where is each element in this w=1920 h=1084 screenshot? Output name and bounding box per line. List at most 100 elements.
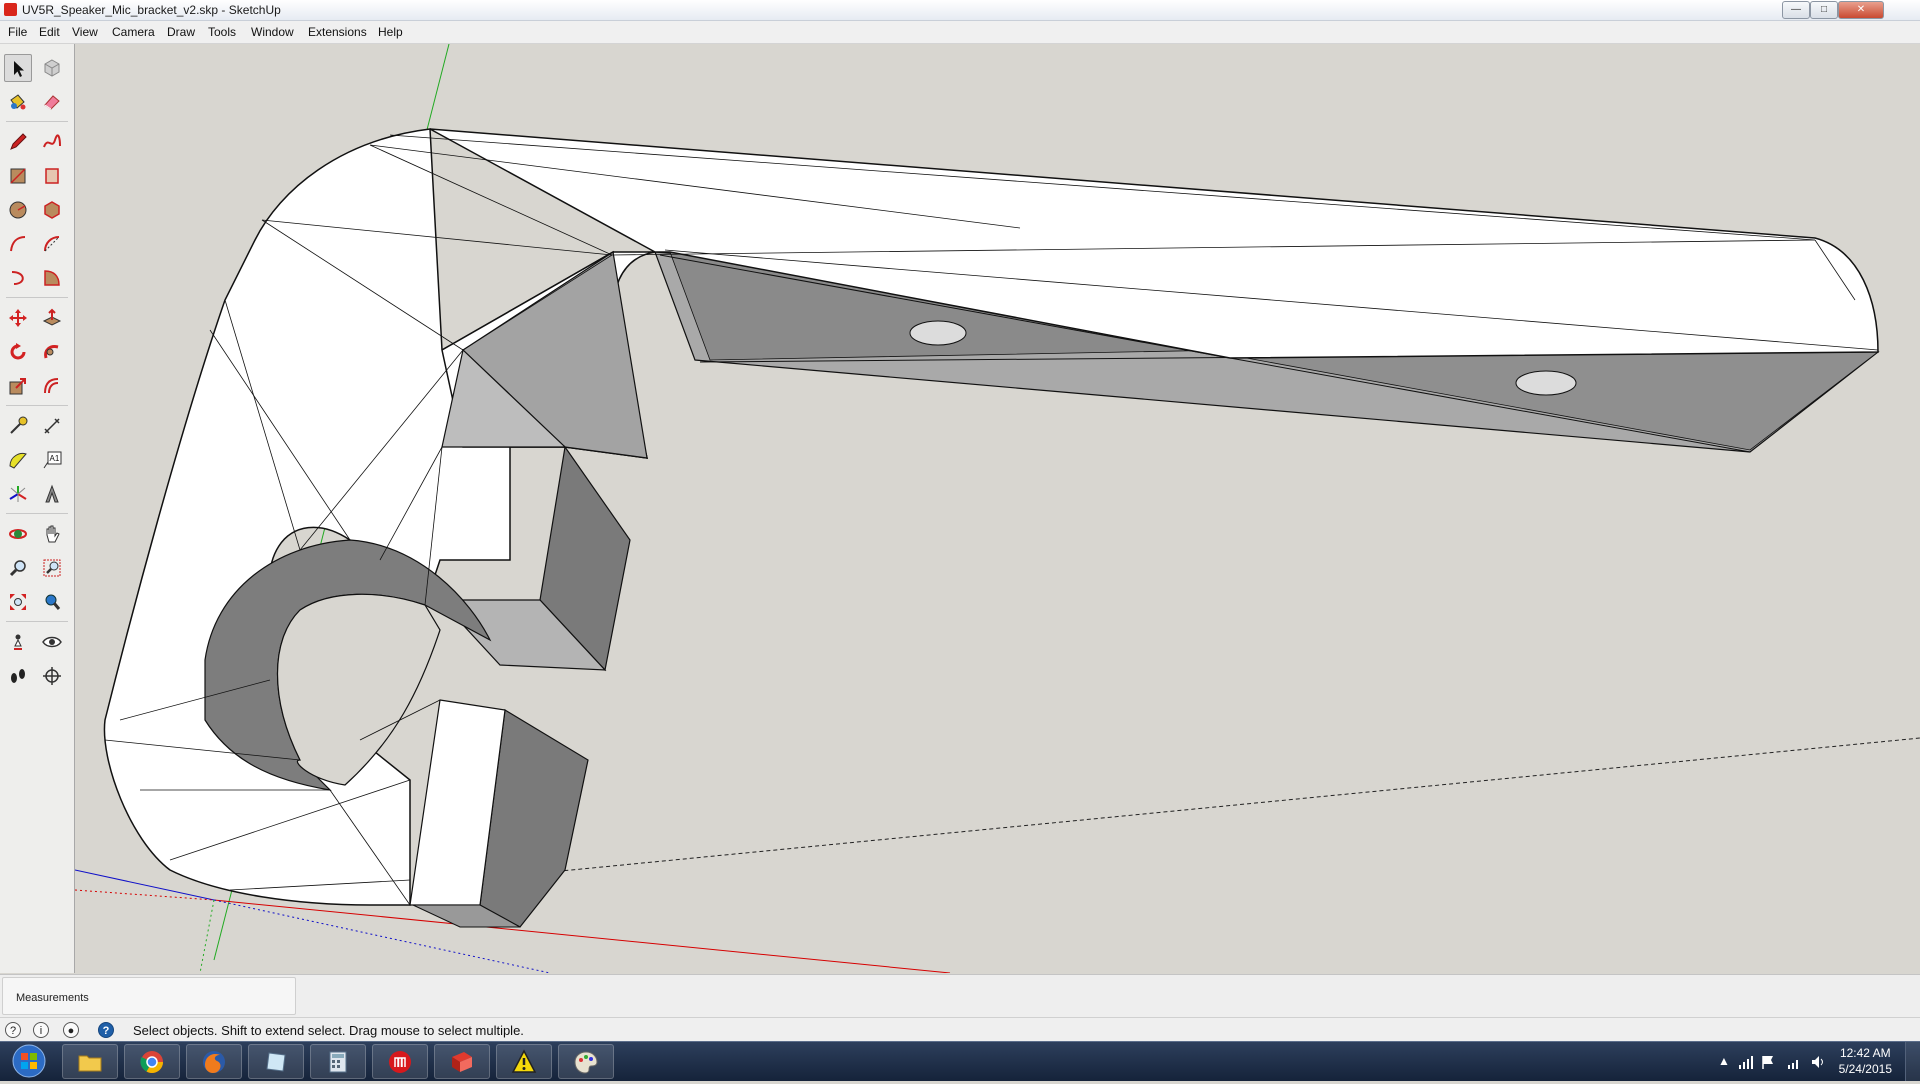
- menu-extensions[interactable]: Extensions: [308, 25, 367, 39]
- menu-draw[interactable]: Draw: [167, 25, 195, 39]
- toolbar-separator: [6, 513, 68, 514]
- show-desktop-button[interactable]: [1905, 1042, 1920, 1081]
- position-camera-tool[interactable]: [4, 628, 32, 656]
- taskbar-paint[interactable]: [558, 1044, 614, 1079]
- orbit-tool[interactable]: [4, 520, 32, 548]
- arrow-icon: [14, 61, 24, 77]
- circle-tool[interactable]: [4, 196, 32, 224]
- push-pull-icon: [42, 308, 62, 326]
- model-canvas[interactable]: [75, 44, 1920, 973]
- geo-location-icon[interactable]: ?: [5, 1022, 21, 1038]
- minimize-button[interactable]: —: [1782, 1, 1810, 19]
- signal-icon[interactable]: [1786, 1054, 1802, 1070]
- menu-file[interactable]: File: [8, 25, 27, 39]
- zoom-window-icon: [43, 559, 61, 577]
- credits-icon[interactable]: i: [33, 1022, 49, 1038]
- flag-icon[interactable]: [1760, 1054, 1776, 1070]
- move-icon: [9, 309, 27, 327]
- freehand-tool[interactable]: [38, 128, 66, 156]
- push-pull-tool[interactable]: [38, 304, 66, 332]
- line-tool[interactable]: [4, 128, 32, 156]
- look-around-tool[interactable]: [38, 628, 66, 656]
- measurements-box[interactable]: Measurements: [2, 977, 296, 1015]
- drawing-viewport[interactable]: [75, 44, 1920, 973]
- move-tool[interactable]: [4, 304, 32, 332]
- follow-me-icon: [44, 345, 59, 359]
- polygon-tool[interactable]: [38, 196, 66, 224]
- taskbar-notes[interactable]: [248, 1044, 304, 1079]
- notepad-icon: [266, 1052, 286, 1072]
- rectangle-tool[interactable]: [4, 162, 32, 190]
- taskbar-chrome[interactable]: [124, 1044, 180, 1079]
- component-icon: [44, 59, 60, 77]
- menu-tools[interactable]: Tools: [208, 25, 236, 39]
- eye-icon: [42, 636, 62, 648]
- taskbar-makerbot[interactable]: [372, 1044, 428, 1079]
- section-plane-tool[interactable]: [38, 662, 66, 690]
- arc-tool[interactable]: [4, 230, 32, 258]
- offset-tool[interactable]: [38, 372, 66, 400]
- follow-me-tool[interactable]: [38, 338, 66, 366]
- windows-logo-icon: [12, 1044, 46, 1078]
- menu-camera[interactable]: Camera: [112, 25, 155, 39]
- help-icon[interactable]: ?: [98, 1022, 114, 1038]
- orbit-icon: [9, 529, 27, 539]
- component-tool[interactable]: [38, 54, 66, 82]
- protractor-tool[interactable]: [4, 446, 32, 474]
- zoom-tool[interactable]: [4, 554, 32, 582]
- text-tool[interactable]: A1: [38, 446, 66, 474]
- mounting-hole: [909, 320, 967, 346]
- folder-icon: [78, 1055, 102, 1072]
- taskbar-calculator[interactable]: [310, 1044, 366, 1079]
- system-clock[interactable]: 12:42 AM 5/24/2015: [1839, 1045, 1892, 1077]
- title-bar: UV5R_Speaker_Mic_bracket_v2.skp - Sketch…: [0, 0, 1920, 21]
- rotated-rectangle-tool[interactable]: [38, 162, 66, 190]
- pan-tool[interactable]: [38, 520, 66, 548]
- window-title: UV5R_Speaker_Mic_bracket_v2.skp - Sketch…: [22, 3, 281, 17]
- menu-edit[interactable]: Edit: [39, 25, 60, 39]
- menu-view[interactable]: View: [72, 25, 98, 39]
- maximize-button[interactable]: □: [1810, 1, 1838, 19]
- palette-icon: [574, 1051, 598, 1074]
- zoom-extents-tool[interactable]: [4, 588, 32, 616]
- scale-tool[interactable]: [4, 372, 32, 400]
- toolbar-separator: [6, 297, 68, 298]
- menu-window[interactable]: Window: [251, 25, 294, 39]
- taskbar-file-explorer[interactable]: [62, 1044, 118, 1079]
- rotate-tool[interactable]: [4, 338, 32, 366]
- taskbar-sketchup[interactable]: [434, 1044, 490, 1079]
- volume-icon[interactable]: [1810, 1054, 1826, 1070]
- measurements-label: Measurements: [16, 992, 89, 1004]
- tape-measure-icon: [10, 416, 28, 434]
- arc-icon: [10, 236, 26, 252]
- previous-view-tool[interactable]: [38, 588, 66, 616]
- tape-measure-tool[interactable]: [4, 412, 32, 440]
- sketchup-icon: [452, 1052, 472, 1072]
- walk-tool[interactable]: [4, 662, 32, 690]
- axes-tool[interactable]: [4, 480, 32, 508]
- three-point-arc-tool[interactable]: [4, 264, 32, 292]
- mounting-hole: [1515, 370, 1577, 396]
- tray-show-hidden-icon[interactable]: ▲: [1718, 1054, 1730, 1068]
- taskbar-warning-app[interactable]: [496, 1044, 552, 1079]
- zoom-window-tool[interactable]: [38, 554, 66, 582]
- pie-tool[interactable]: [38, 264, 66, 292]
- cylinder-opening: [276, 593, 441, 786]
- rotated-rectangle-icon: [45, 168, 59, 184]
- taskbar-firefox[interactable]: [186, 1044, 242, 1079]
- close-button[interactable]: ✕: [1838, 1, 1884, 19]
- menu-help[interactable]: Help: [378, 25, 403, 39]
- 3d-text-tool[interactable]: [38, 480, 66, 508]
- firefox-icon: [203, 1051, 225, 1073]
- network-icon[interactable]: [1738, 1054, 1754, 1070]
- paint-bucket-tool[interactable]: [4, 88, 32, 116]
- dimension-tool[interactable]: [38, 412, 66, 440]
- zoom-extents-icon: [10, 594, 26, 610]
- user-icon[interactable]: ●: [63, 1022, 79, 1038]
- select-tool[interactable]: [4, 54, 32, 82]
- two-point-arc-tool[interactable]: [38, 230, 66, 258]
- start-button[interactable]: [4, 1043, 54, 1079]
- eraser-tool[interactable]: [38, 88, 66, 116]
- scale-icon: [9, 378, 26, 395]
- rectangle-icon: [10, 168, 26, 184]
